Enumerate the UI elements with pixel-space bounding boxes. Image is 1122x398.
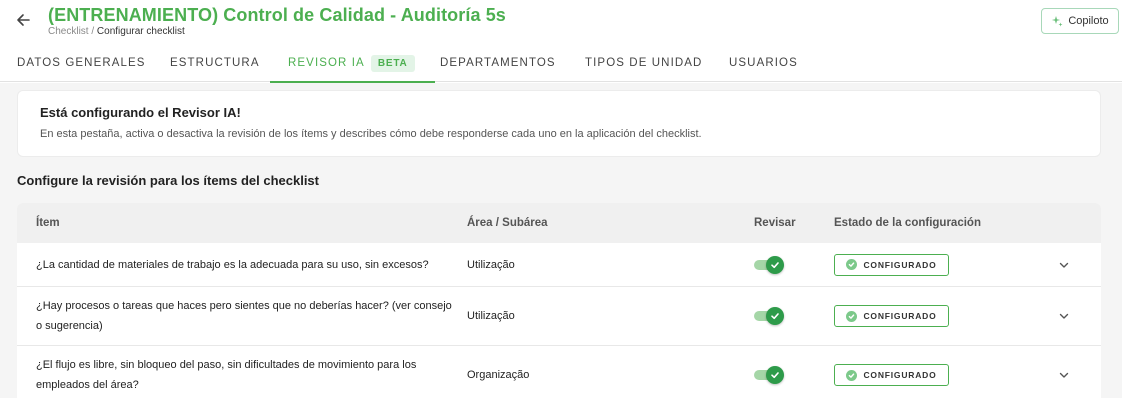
item-text: ¿Hay procesos o tareas que haces pero si… (36, 300, 452, 332)
review-toggle-cell (754, 287, 786, 345)
status-badge[interactable]: CONFIGURADO (834, 305, 949, 327)
breadcrumb-separator: / (91, 26, 95, 37)
chevron-down-icon (1059, 313, 1069, 319)
review-toggle-cell (754, 346, 786, 398)
column-header-review: Revisar (754, 217, 796, 229)
tab-estructura[interactable]: ESTRUCTURA (170, 44, 260, 82)
breadcrumb-current: Configurar checklist (96, 26, 185, 37)
toggle-knob (766, 307, 784, 325)
column-header-status: Estado de la configuración (834, 217, 981, 229)
check-icon (771, 261, 779, 268)
main-content: Está configurando el Revisor IA! En esta… (0, 83, 1122, 398)
status-badge[interactable]: CONFIGURADO (834, 364, 949, 386)
check-icon (771, 372, 779, 379)
copilot-button[interactable]: Copiloto (1041, 8, 1119, 34)
status-cell: CONFIGURADO (834, 346, 949, 398)
item-text: ¿La cantidad de materiales de trabajo es… (36, 258, 429, 271)
check-icon (771, 313, 779, 320)
toggle-knob (766, 366, 784, 384)
breadcrumb: Checklist / Configurar checklist (48, 26, 185, 37)
arrow-left-icon (17, 14, 30, 26)
section-title: Configure la revisión para los ítems del… (17, 173, 319, 188)
area-text: Organização (467, 369, 530, 381)
back-button[interactable] (12, 9, 34, 31)
expand-button[interactable] (1055, 287, 1073, 345)
items-table: Ítem Área / Subárea Revisar Estado de la… (17, 203, 1101, 398)
area-text: Utilização (467, 258, 515, 271)
review-toggle[interactable] (754, 366, 786, 384)
table-header: Ítem Área / Subárea Revisar Estado de la… (17, 203, 1101, 243)
expand-button[interactable] (1055, 243, 1073, 286)
chevron-down-icon (1059, 262, 1069, 268)
status-label: CONFIGURADO (863, 370, 937, 380)
tab-label: USUARIOS (729, 57, 798, 69)
tab-datos-generales[interactable]: DATOS GENERALES (17, 44, 146, 82)
tab-label: DEPARTAMENTOS (440, 57, 556, 69)
review-toggle[interactable] (754, 307, 786, 325)
chevron-down-icon (1059, 372, 1069, 378)
status-cell: CONFIGURADO (834, 287, 949, 345)
status-label: CONFIGURADO (863, 311, 937, 321)
status-check-icon (846, 259, 858, 270)
column-header-item: Ítem (36, 217, 60, 229)
tab-departamentos[interactable]: DEPARTAMENTOS (440, 44, 556, 82)
tab-revisor-ia[interactable]: REVISOR IA BETA (270, 44, 435, 83)
table-row[interactable]: ¿Hay procesos o tareas que haces pero si… (17, 287, 1101, 346)
tab-label: REVISOR IA (288, 57, 365, 69)
review-toggle-cell (754, 243, 786, 286)
beta-badge: BETA (370, 54, 415, 72)
status-badge[interactable]: CONFIGURADO (834, 253, 949, 276)
item-text: ¿El flujo es libre, sin bloqueo del paso… (36, 359, 417, 391)
info-title: Está configurando el Revisor IA! (40, 105, 241, 120)
column-header-area: Área / Subárea (467, 217, 548, 229)
sparkle-icon (1052, 16, 1063, 27)
tab-bar: DATOS GENERALES ESTRUCTURA REVISOR IA BE… (0, 44, 1122, 83)
status-check-icon (846, 310, 858, 322)
copilot-label: Copiloto (1068, 15, 1109, 27)
toggle-knob (766, 255, 784, 274)
expand-button[interactable] (1055, 346, 1073, 398)
info-text: En esta pestaña, activa o desactiva la r… (40, 128, 702, 140)
table-row[interactable]: ¿La cantidad de materiales de trabajo es… (17, 243, 1101, 287)
tab-tipos-de-unidad[interactable]: TIPOS DE UNIDAD (585, 44, 702, 82)
status-label: CONFIGURADO (863, 259, 937, 270)
page-title: (ENTRENAMIENTO) Control de Calidad - Aud… (48, 5, 506, 25)
tab-label: TIPOS DE UNIDAD (585, 57, 703, 69)
table-row[interactable]: ¿El flujo es libre, sin bloqueo del paso… (17, 346, 1101, 398)
tab-usuarios[interactable]: USUARIOS (729, 44, 798, 82)
status-check-icon (846, 369, 858, 381)
tab-label: DATOS GENERALES (17, 57, 146, 69)
info-card: Está configurando el Revisor IA! En esta… (17, 90, 1101, 157)
breadcrumb-root[interactable]: Checklist (48, 26, 89, 37)
review-toggle[interactable] (754, 255, 786, 274)
tab-label: ESTRUCTURA (170, 57, 260, 69)
page-header: (ENTRENAMIENTO) Control de Calidad - Aud… (0, 0, 1122, 44)
area-text: Utilização (467, 310, 515, 322)
status-cell: CONFIGURADO (834, 243, 949, 286)
